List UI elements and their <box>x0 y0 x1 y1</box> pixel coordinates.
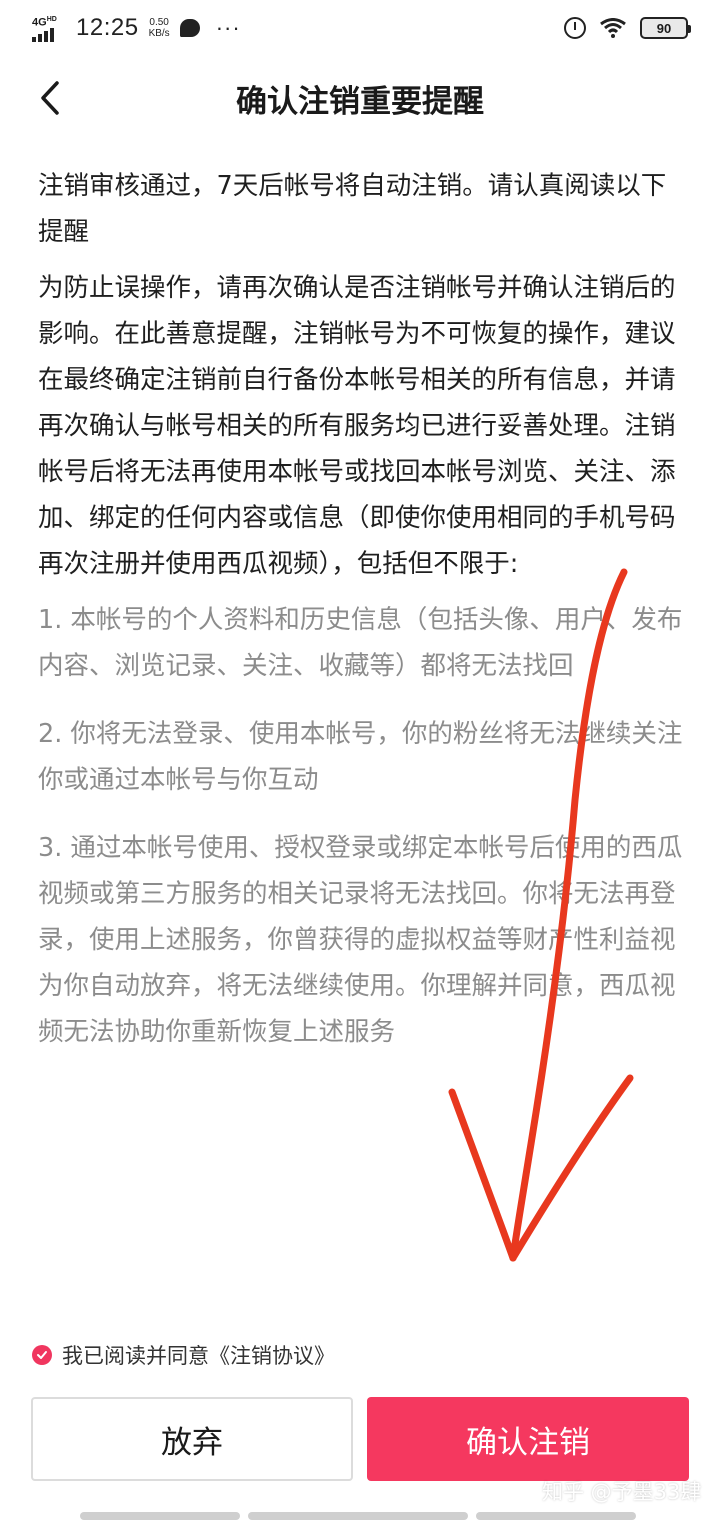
status-left: 4GHD 12:25 0.50 KB/s ··· <box>32 14 241 43</box>
signal-icon: 4GHD <box>32 14 66 43</box>
list-item: 3. 通过本帐号使用、授权登录或绑定本帐号后使用的西瓜视频或第三方服务的相关记录… <box>38 833 683 1047</box>
watermark: 知乎 @予墨33肆 <box>542 1480 702 1504</box>
home-indicator <box>476 1512 636 1520</box>
battery-icon: 90 <box>640 17 691 39</box>
warning-text: 为防止误操作，请再次确认是否注销帐号并确认注销后的影响。在此善意提醒，注销帐号为… <box>38 273 676 579</box>
home-indicator <box>80 1512 240 1520</box>
agreement-text[interactable]: 我已阅读并同意《注销协议》 <box>62 1340 335 1370</box>
page-title: 确认注销重要提醒 <box>236 83 484 120</box>
chevron-left-icon <box>41 81 59 115</box>
list-item: 2. 你将无法登录、使用本帐号，你的粉丝将无法继续关注你或通过本帐号与你互动 <box>38 719 683 795</box>
confirm-deactivate-button[interactable]: 确认注销 <box>367 1397 689 1481</box>
cancel-button[interactable]: 放弃 <box>31 1397 353 1481</box>
chat-icon <box>179 19 200 37</box>
intro-text: 注销审核通过，7天后帐号将自动注销。请认真阅读以下提醒 <box>38 171 667 247</box>
network-label: 4GHD <box>32 15 57 29</box>
wifi-icon <box>600 18 626 38</box>
more-icon: ··· <box>215 15 241 40</box>
alarm-icon <box>564 17 586 39</box>
home-indicator <box>248 1512 468 1520</box>
notice-content: 注销审核通过，7天后帐号将自动注销。请认真阅读以下提醒 为防止误操作，请再次确认… <box>38 163 686 1077</box>
status-time: 12:25 <box>76 14 139 41</box>
nav-bar: 确认注销重要提醒 <box>0 62 720 134</box>
back-button[interactable] <box>30 78 70 118</box>
status-right: 90 <box>564 17 691 39</box>
check-icon[interactable] <box>32 1345 52 1365</box>
agreement-row[interactable]: 我已阅读并同意《注销协议》 <box>32 1340 335 1370</box>
network-speed: 0.50 KB/s <box>148 17 170 39</box>
list-item: 1. 本帐号的个人资料和历史信息（包括头像、用户、发布内容、浏览记录、关注、收藏… <box>38 605 683 681</box>
status-bar: 4GHD 12:25 0.50 KB/s ··· 90 <box>0 0 720 56</box>
